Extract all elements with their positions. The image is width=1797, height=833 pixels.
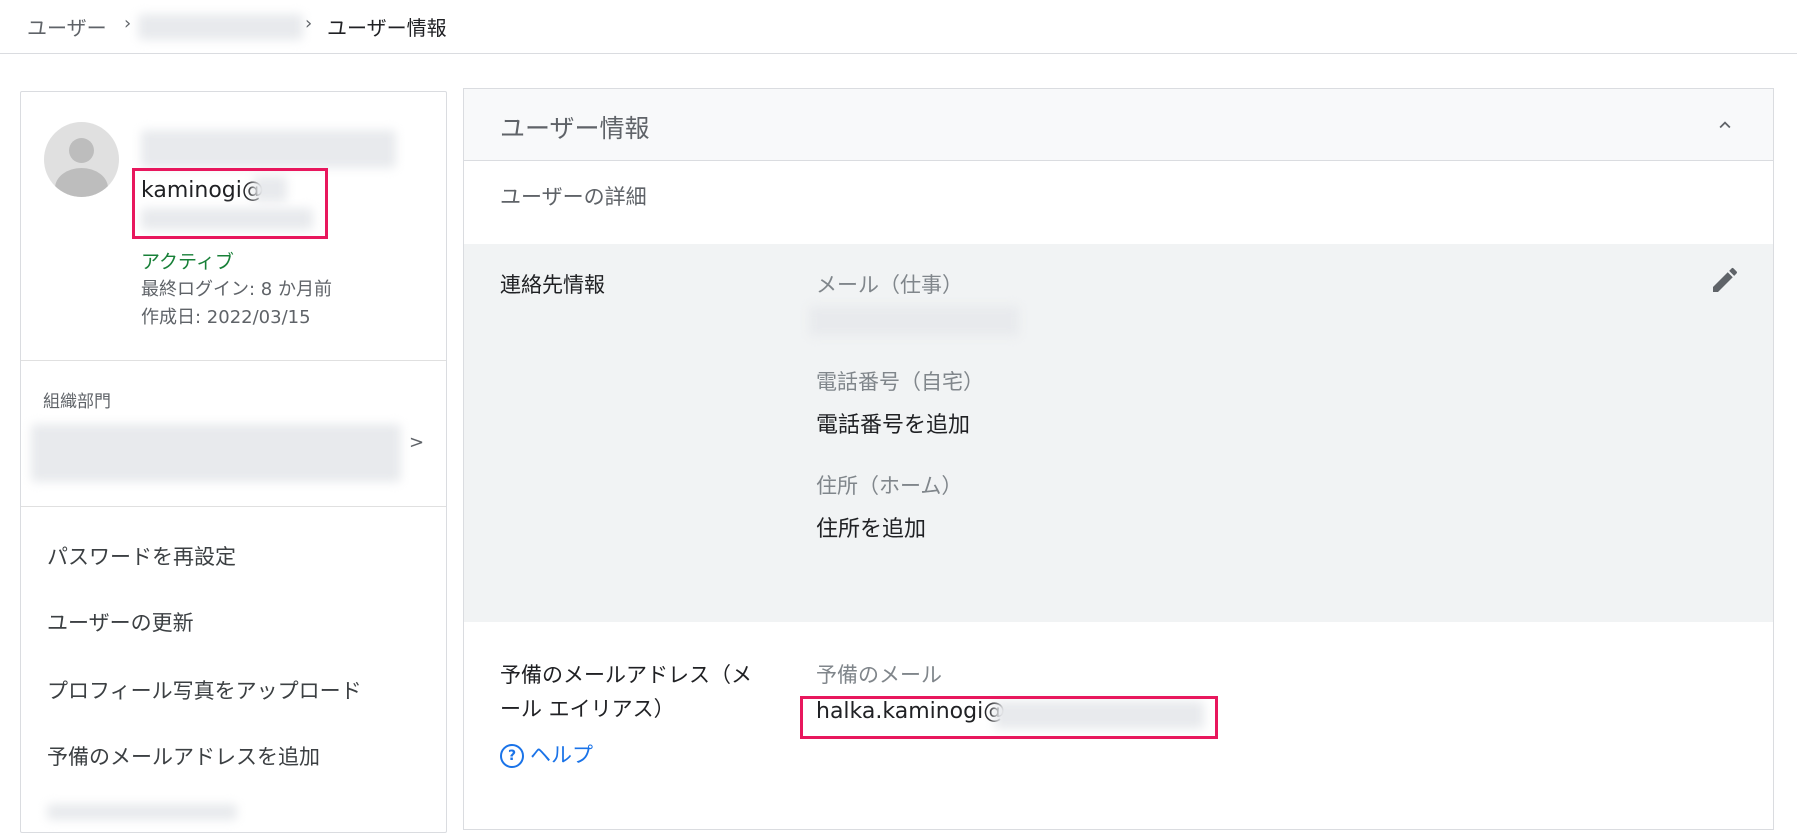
avatar-head <box>69 138 94 163</box>
alias-label-line2: ール エイリアス） <box>500 697 675 721</box>
redacted-work-email <box>809 306 1019 336</box>
add-alias-email-link[interactable]: 予備のメールアドレスを追加 <box>47 741 320 771</box>
breadcrumb: ユーザー › › ユーザー情報 <box>0 0 1797 54</box>
pencil-icon[interactable] <box>1709 264 1741 296</box>
alias-email-label: 予備のメール <box>816 663 942 687</box>
divider <box>21 506 446 507</box>
user-details-heading: ユーザーの詳細 <box>500 185 647 209</box>
last-login: 最終ログイン: 8 か月前 <box>141 279 332 300</box>
redacted-user-name <box>141 130 396 168</box>
contact-info-label: 連絡先情報 <box>500 273 605 297</box>
breadcrumb-separator: › <box>124 13 132 34</box>
created-date: 作成日: 2022/03/15 <box>141 307 311 328</box>
help-label: ヘルプ <box>530 743 593 767</box>
reset-password-link[interactable]: パスワードを再設定 <box>47 541 236 571</box>
breadcrumb-current: ユーザー情報 <box>327 16 447 40</box>
panel-header[interactable]: ユーザー情報 <box>464 89 1773 161</box>
home-address-label: 住所（ホーム） <box>816 474 963 498</box>
divider <box>21 360 446 361</box>
org-unit-label: 組織部門 <box>43 392 111 412</box>
home-phone-label: 電話番号（自宅） <box>816 370 984 394</box>
redacted-email-domain-line2 <box>141 208 313 230</box>
alias-email-value: halka.kaminogi@ <box>816 699 1006 724</box>
breadcrumb-separator: › <box>305 13 313 34</box>
avatar-body <box>55 168 108 197</box>
chevron-up-icon[interactable] <box>1714 114 1736 136</box>
breadcrumb-users[interactable]: ユーザー <box>27 12 107 41</box>
cut-off-action[interactable] <box>47 804 237 820</box>
user-email: kaminogi@ <box>141 178 264 203</box>
avatar-placeholder-icon <box>44 122 119 197</box>
redacted-alias-domain <box>994 701 1204 729</box>
upload-photo-link[interactable]: プロフィール写真をアップロード <box>47 675 362 705</box>
help-link[interactable]: ? ヘルプ <box>500 739 593 769</box>
org-unit-arrow[interactable]: > <box>409 432 424 453</box>
update-user-link[interactable]: ユーザーの更新 <box>47 607 194 637</box>
panel-title: ユーザー情報 <box>500 114 650 143</box>
add-phone-link[interactable]: 電話番号を追加 <box>816 407 970 439</box>
redacted-email-domain <box>253 176 287 202</box>
user-info-panel: ユーザー情報 ユーザーの詳細 連絡先情報 メール（仕事） 電話番号（自宅） 電話… <box>463 88 1774 830</box>
contact-info-section[interactable]: 連絡先情報 メール（仕事） 電話番号（自宅） 電話番号を追加 住所（ホーム） 住… <box>464 244 1773 622</box>
help-circle-icon: ? <box>500 744 524 768</box>
add-address-link[interactable]: 住所を追加 <box>816 511 926 543</box>
redacted-org-unit[interactable] <box>31 424 401 482</box>
alias-label-line1: 予備のメールアドレス（メ <box>500 663 752 687</box>
redacted-org-name[interactable] <box>138 14 303 40</box>
work-email-label: メール（仕事） <box>816 273 963 297</box>
status-active: アクティブ <box>141 251 234 273</box>
user-summary-card: kaminogi@ アクティブ 最終ログイン: 8 か月前 作成日: 2022/… <box>20 91 447 833</box>
